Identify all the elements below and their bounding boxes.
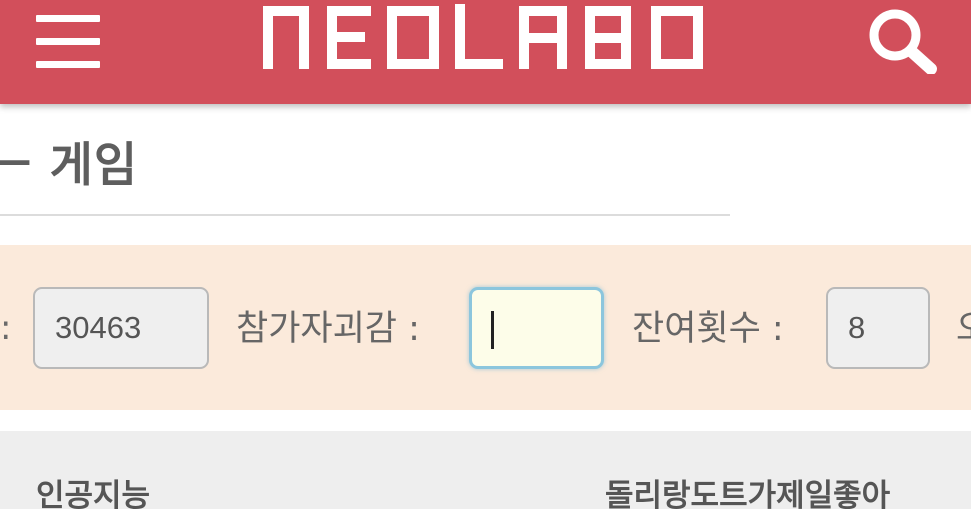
score-field-value: 30463 — [55, 310, 142, 345]
title-divider — [0, 214, 730, 216]
text-caret — [491, 311, 494, 349]
remaining-count-value: 8 — [848, 310, 866, 345]
app-bar — [0, 0, 971, 104]
score-field[interactable]: 30463 — [33, 287, 209, 369]
participant-input[interactable] — [469, 287, 604, 369]
participant-label: 참가자괴감 : — [236, 309, 420, 349]
hamburger-menu-icon[interactable] — [36, 15, 100, 69]
list-item-left[interactable]: 인공지능 — [36, 470, 150, 515]
cutoff-label: 오 — [956, 300, 971, 351]
remaining-count-field[interactable]: 8 — [826, 287, 930, 369]
neolabo-logo[interactable] — [262, 3, 710, 69]
page-title: ㅡ 게임 — [0, 138, 139, 193]
search-icon[interactable] — [866, 6, 938, 74]
list-item-right[interactable]: 돌리랑도트가제일좋아 — [605, 470, 890, 515]
field1-label-colon: : — [0, 308, 12, 348]
remaining-count-label: 잔여횟수 : — [632, 309, 784, 349]
